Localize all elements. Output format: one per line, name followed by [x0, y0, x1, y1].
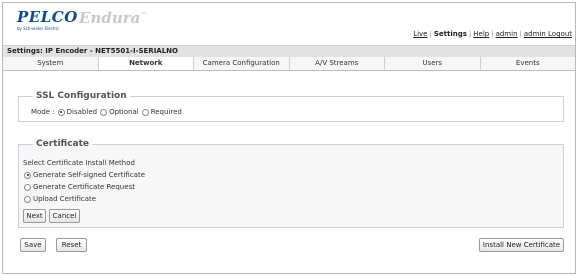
- app-frame: PELCO by Schneider Electric Endura™ Live…: [2, 2, 576, 274]
- install-method-label: Select Certificate Install Method: [23, 159, 135, 167]
- ssl-mode-row: Mode : Disabled Optional Required: [31, 108, 182, 116]
- reset-button[interactable]: Reset: [56, 238, 87, 252]
- self-signed-label[interactable]: Generate Self-signed Certificate: [33, 171, 145, 179]
- nav-separator: |: [491, 30, 494, 38]
- tab-system[interactable]: System: [3, 57, 99, 70]
- nav-settings[interactable]: Settings: [434, 30, 467, 38]
- ssl-required-label[interactable]: Required: [151, 108, 182, 116]
- brand-name: PELCO: [17, 8, 78, 26]
- tab-users[interactable]: Users: [385, 57, 481, 70]
- upload-certificate-label[interactable]: Upload Certificate: [33, 195, 96, 203]
- nav-live-link[interactable]: Live: [413, 30, 427, 38]
- self-signed-option[interactable]: Generate Self-signed Certificate: [21, 171, 145, 179]
- ssl-disabled-label[interactable]: Disabled: [67, 108, 97, 116]
- certificate-request-label[interactable]: Generate Certificate Request: [33, 183, 135, 191]
- save-button[interactable]: Save: [20, 238, 46, 252]
- tab-network[interactable]: Network: [98, 57, 194, 70]
- ssl-configuration-section: SSL Configuration Mode : Disabled Option…: [18, 91, 564, 122]
- ssl-required-radio[interactable]: [141, 108, 149, 116]
- nav-separator: |: [429, 30, 432, 38]
- nav-user-link[interactable]: admin: [496, 30, 518, 38]
- install-new-certificate-button[interactable]: Install New Certificate: [479, 238, 564, 252]
- certificate-section-title: Certificate: [33, 139, 93, 149]
- nav-logout-link[interactable]: admin Logout: [524, 30, 572, 38]
- ssl-optional-radio[interactable]: [100, 108, 108, 116]
- certificate-request-option[interactable]: Generate Certificate Request: [21, 183, 135, 191]
- nav-separator: |: [468, 30, 472, 38]
- tab-events[interactable]: Events: [480, 57, 575, 70]
- tab-av-streams[interactable]: A/V Streams: [289, 57, 385, 70]
- settings-tabs: System Network Camera Configuration A/V …: [3, 57, 575, 71]
- ssl-mode-label: Mode :: [31, 108, 55, 116]
- brand-sub: by Schneider Electric: [17, 26, 60, 31]
- certificate-request-radio[interactable]: [24, 183, 31, 191]
- pelco-logo: PELCO by Schneider Electric: [17, 8, 78, 32]
- product-name: Endura™: [79, 9, 147, 27]
- product-label: Endura: [79, 9, 141, 27]
- settings-breadcrumb: Settings: IP Encoder - NET5501-I-SERIALN…: [3, 45, 575, 57]
- nav-separator: |: [519, 30, 522, 38]
- certificate-section: Certificate Select Certificate Install M…: [18, 139, 564, 228]
- tab-camera-configuration[interactable]: Camera Configuration: [194, 57, 290, 70]
- self-signed-radio[interactable]: [24, 171, 31, 179]
- trademark: ™: [140, 11, 148, 19]
- upload-certificate-option[interactable]: Upload Certificate: [21, 195, 96, 203]
- next-button[interactable]: Next: [23, 209, 46, 223]
- ssl-optional-label[interactable]: Optional: [109, 108, 139, 116]
- nav-help-link[interactable]: Help: [473, 30, 489, 38]
- upload-certificate-radio[interactable]: [24, 195, 31, 203]
- cancel-button[interactable]: Cancel: [49, 209, 80, 223]
- top-nav: Live | Settings | Help | admin | admin Logout: [413, 30, 572, 38]
- ssl-disabled-radio[interactable]: [57, 108, 65, 116]
- ssl-section-title: SSL Configuration: [33, 91, 130, 101]
